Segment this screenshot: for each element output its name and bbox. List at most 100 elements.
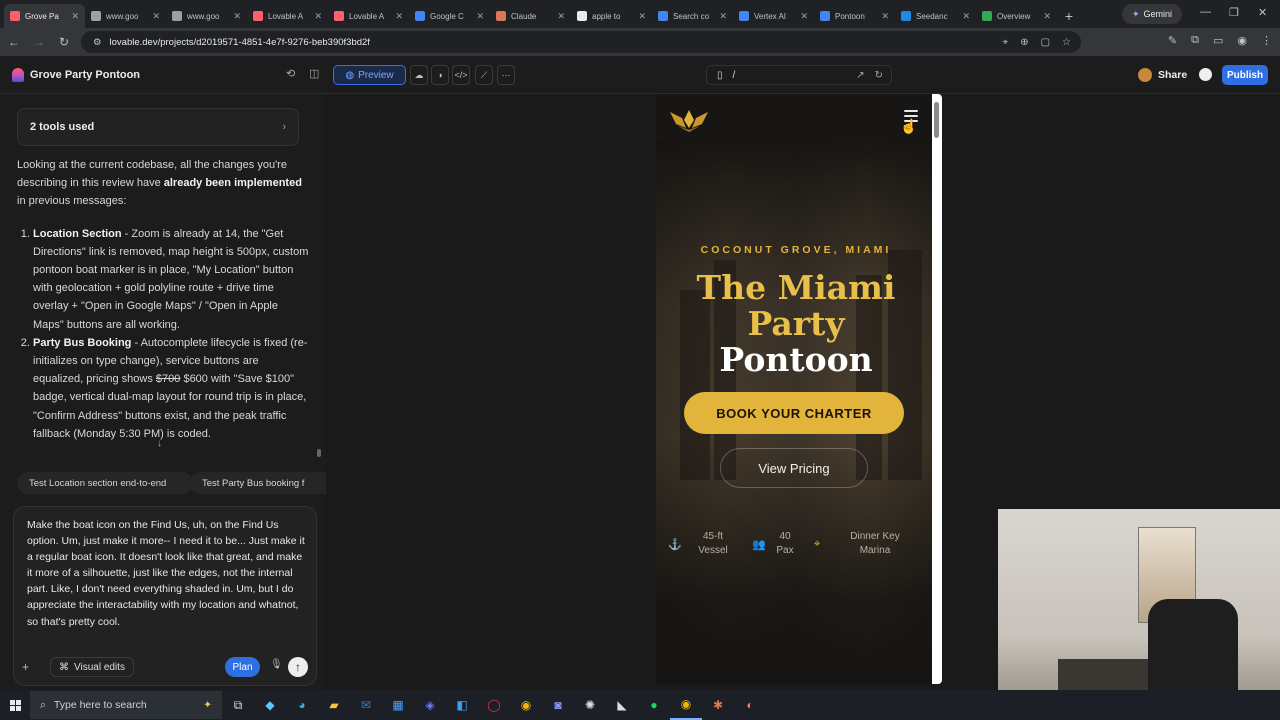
send-button[interactable]: ↑ [288, 657, 308, 677]
browser-tab[interactable]: Overview ✕ [976, 4, 1057, 28]
profile-icon[interactable]: ◉ [1237, 34, 1247, 47]
browser-tab[interactable]: Google C ✕ [409, 4, 490, 28]
browser-tab[interactable]: Seedanc ✕ [895, 4, 976, 28]
forward-icon[interactable]: → [28, 35, 50, 49]
app-icon[interactable]: ◐ [734, 690, 766, 720]
browser-tab[interactable]: Lovable A ✕ [247, 4, 328, 28]
location-icon[interactable]: ⌖ [1003, 37, 1009, 48]
tab-close-icon[interactable]: ✕ [962, 11, 970, 22]
open-external-icon[interactable]: ↗ [856, 70, 864, 81]
chat-input-text[interactable]: Make the boat icon on the Find Us, uh, o… [27, 517, 309, 630]
browser-tab[interactable]: Pontoon ✕ [814, 4, 895, 28]
more-icon[interactable]: ⋯ [497, 65, 515, 85]
add-attachment-icon[interactable]: + [22, 660, 29, 674]
visual-edits-button[interactable]: ⌘ Visual edits [50, 657, 134, 677]
code-icon[interactable]: </> [452, 65, 470, 85]
cursor-app-icon[interactable]: ◣ [606, 690, 638, 720]
mobile-preview-frame[interactable]: COCONUT GROVE, MIAMI The Miami Party Pon… [656, 94, 936, 684]
preview-route-bar[interactable]: ▯ / ↗ ↻ [706, 65, 892, 85]
suggestion-chip[interactable]: Test Location section end-to-end [17, 472, 193, 494]
project-name[interactable]: Grove Party Pontoon [30, 69, 140, 81]
tools-used-card[interactable]: 2 tools used › [17, 108, 299, 146]
view-pricing-button[interactable]: View Pricing [720, 448, 868, 488]
suggestion-chip[interactable]: Test Party Bus booking f [190, 472, 326, 494]
preview-scrollbar[interactable] [932, 94, 942, 684]
tab-close-icon[interactable]: ✕ [71, 11, 79, 22]
publish-button[interactable]: Publish [1222, 65, 1268, 85]
edge-icon[interactable]: ◕ [286, 690, 318, 720]
tab-close-icon[interactable]: ✕ [314, 11, 322, 22]
close-window-icon[interactable]: ✕ [1258, 6, 1267, 19]
tab-close-icon[interactable]: ✕ [881, 11, 889, 22]
device-icon[interactable]: ▯ [717, 70, 723, 81]
analytics-icon[interactable]: ⟋ [475, 65, 493, 85]
browser-tab[interactable]: Vertex AI ✕ [733, 4, 814, 28]
taskbar-search[interactable]: ⌕ Type here to search ✦ [30, 691, 222, 719]
extensions-icon[interactable]: ⧉ [1191, 34, 1199, 47]
minimize-icon[interactable]: — [1200, 6, 1211, 18]
windows-start-icon[interactable] [0, 690, 30, 720]
tab-close-icon[interactable]: ✕ [152, 11, 160, 22]
tab-close-icon[interactable]: ✕ [800, 11, 808, 22]
history-icon[interactable]: ⟲ [286, 67, 295, 80]
refresh-preview-icon[interactable]: ↻ [875, 70, 883, 81]
preview-scroll-thumb[interactable] [934, 102, 939, 138]
tab-close-icon[interactable]: ✕ [476, 11, 484, 22]
chrome-icon[interactable]: ◉ [510, 690, 542, 720]
preview-tab[interactable]: ◍ Preview [333, 65, 406, 85]
browser-tab[interactable]: Grove Pa ✕ [4, 4, 85, 28]
task-view-icon[interactable]: ⧉ [222, 690, 254, 720]
browser-tab[interactable]: Search co ✕ [652, 4, 733, 28]
plan-button[interactable]: Plan [225, 657, 260, 677]
teams-icon[interactable]: ◈ [414, 690, 446, 720]
chevron-down-icon[interactable]: ⌄ [131, 69, 139, 80]
tab-close-icon[interactable]: ✕ [557, 11, 565, 22]
design-icon[interactable]: ◑ [431, 65, 449, 85]
pen-extension-icon[interactable]: ✎ [1168, 34, 1177, 47]
browser-tab[interactable]: apple to ✕ [571, 4, 652, 28]
bookmark-star-icon[interactable]: ☆ [1062, 37, 1071, 48]
tab-close-icon[interactable]: ✕ [395, 11, 403, 22]
book-charter-button[interactable]: BOOK YOUR CHARTER [684, 392, 904, 434]
copilot-icon[interactable]: ◆ [254, 690, 286, 720]
tab-close-icon[interactable]: ✕ [233, 11, 241, 22]
reload-icon[interactable]: ↻ [53, 35, 75, 49]
chrome-active-icon[interactable]: ◉ [670, 690, 702, 720]
tab-close-icon[interactable]: ✕ [719, 11, 727, 22]
cloud-icon[interactable]: ☁ [410, 65, 428, 85]
lotus-logo-icon[interactable] [668, 106, 710, 132]
save-page-icon[interactable]: ▢ [1041, 37, 1050, 48]
zoom-icon[interactable]: ⊕ [1020, 37, 1028, 48]
tab-close-icon[interactable]: ✕ [1043, 11, 1051, 22]
outlook-icon[interactable]: ✉ [350, 690, 382, 720]
share-button[interactable]: Share [1138, 65, 1187, 85]
maximize-icon[interactable]: ❐ [1229, 6, 1239, 19]
chrome-menu-icon[interactable]: ⋮ [1261, 34, 1272, 47]
file-explorer-icon[interactable]: ▰ [318, 690, 350, 720]
microphone-icon[interactable]: 🎙 [270, 659, 283, 670]
store-icon[interactable]: ▦ [382, 690, 414, 720]
github-icon[interactable] [1199, 68, 1212, 81]
site-info-icon[interactable]: ⚙ [93, 37, 102, 48]
url-field[interactable]: ⚙ lovable.dev/projects/d2019571-4851-4e7… [81, 31, 1081, 53]
chatgpt-icon[interactable]: ✺ [574, 690, 606, 720]
toggle-sidebar-icon[interactable]: ◫ [309, 67, 319, 80]
gemini-icon: ✦ [1132, 8, 1140, 19]
new-tab-button[interactable]: + [1057, 4, 1081, 28]
tab-close-icon[interactable]: ✕ [638, 11, 646, 22]
opera-icon[interactable]: ◯ [478, 690, 510, 720]
spotify-icon[interactable]: ● [638, 690, 670, 720]
claude-icon[interactable]: ✱ [702, 690, 734, 720]
browser-tab[interactable]: www.goo ✕ [85, 4, 166, 28]
vscode-icon[interactable]: ◧ [446, 690, 478, 720]
browser-tab[interactable]: Lovable A ✕ [328, 4, 409, 28]
browser-tab[interactable]: www.goo ✕ [166, 4, 247, 28]
chat-scrollbar[interactable] [317, 449, 321, 457]
sidebar-icon[interactable]: ▭ [1213, 34, 1223, 47]
discord-icon[interactable]: ◙ [542, 690, 574, 720]
scroll-down-arrow-icon[interactable]: ↓ [157, 438, 162, 449]
back-icon[interactable]: ← [3, 35, 25, 49]
browser-tab[interactable]: Claude ✕ [490, 4, 571, 28]
chat-input-box[interactable]: Make the boat icon on the Find Us, uh, o… [13, 506, 317, 686]
gemini-button[interactable]: ✦ Gemini [1122, 4, 1183, 24]
